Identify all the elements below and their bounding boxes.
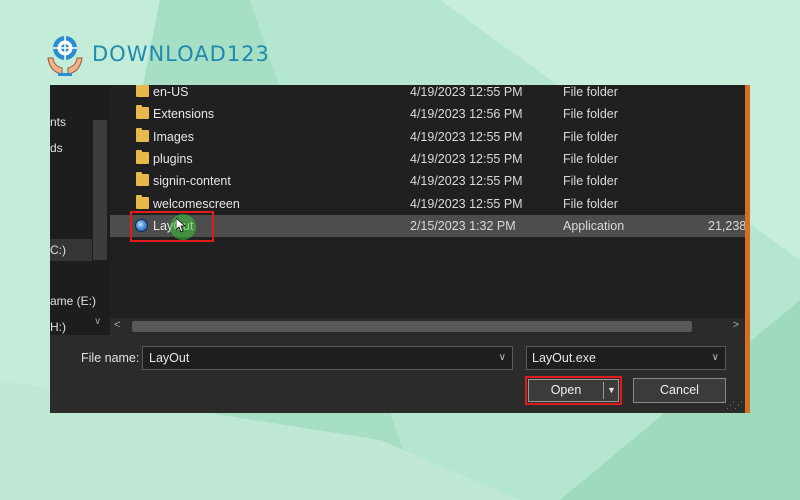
folder-icon [136, 105, 149, 119]
file-date: 4/19/2023 12:56 PM [410, 107, 523, 121]
file-name: plugins [153, 152, 193, 166]
file-date: 2/15/2023 1:32 PM [410, 219, 516, 233]
navigation-pane: nts ds C:) ame (E:) H:) ∨ [50, 85, 110, 335]
file-type-select[interactable]: LayOut.exe ∨ [526, 346, 726, 370]
folder-icon [136, 172, 149, 186]
folder-icon [136, 128, 149, 142]
file-name: Extensions [153, 107, 215, 121]
file-size: 21,238 [708, 219, 747, 233]
file-name: Images [153, 130, 194, 144]
dialog-footer: File name: LayOut ∨ LayOut.exe ∨ Open ▼ … [50, 335, 750, 413]
folder-icon [136, 195, 149, 209]
file-date: 4/19/2023 12:55 PM [410, 85, 523, 99]
file-open-dialog: nts ds C:) ame (E:) H:) ∨ en-US 4/19/202… [50, 85, 750, 413]
file-date: 4/19/2023 12:55 PM [410, 174, 523, 188]
file-name-value: LayOut [149, 351, 190, 365]
file-type-value: LayOut.exe [532, 351, 596, 365]
file-type: File folder [563, 85, 618, 99]
file-name-label: File name: [81, 351, 140, 365]
file-date: 4/19/2023 12:55 PM [410, 152, 523, 166]
folder-icon [136, 150, 149, 164]
nav-item-documents[interactable]: nts [50, 115, 66, 129]
split-divider [603, 382, 604, 399]
list-item[interactable]: en-US 4/19/2023 12:55 PM File folder [110, 85, 745, 103]
horizontal-scrollbar[interactable]: < > [110, 318, 745, 335]
file-type: Application [563, 219, 625, 233]
file-date: 4/19/2023 12:55 PM [410, 130, 523, 144]
list-item[interactable]: plugins 4/19/2023 12:55 PM File folder [110, 148, 745, 170]
nav-item-downloads[interactable]: ds [50, 141, 63, 155]
file-type: File folder [563, 197, 618, 211]
chevron-down-icon[interactable]: ∨ [94, 316, 101, 327]
resize-grip-icon[interactable]: ⋰⋰ [726, 400, 743, 411]
mouse-cursor-icon [175, 217, 187, 233]
nav-item-local-disk-c[interactable]: C:) [50, 239, 92, 261]
file-type: File folder [563, 174, 618, 188]
window-edge [745, 85, 750, 413]
folder-icon [136, 85, 149, 97]
nav-item-volume-e[interactable]: ame (E:) [50, 294, 96, 308]
scrollbar-thumb[interactable] [132, 321, 692, 332]
file-type: File folder [563, 130, 618, 144]
list-item[interactable]: signin-content 4/19/2023 12:55 PM File f… [110, 170, 745, 192]
file-type: File folder [563, 152, 618, 166]
open-button[interactable]: Open ▼ [528, 379, 619, 402]
chevron-down-icon[interactable]: ∨ [499, 347, 506, 369]
cancel-button[interactable]: Cancel [633, 378, 726, 403]
chevron-down-icon[interactable]: ∨ [712, 347, 719, 369]
file-name: signin-content [153, 174, 231, 188]
chevron-right-icon[interactable]: > [733, 319, 739, 331]
list-item[interactable]: Images 4/19/2023 12:55 PM File folder [110, 126, 745, 148]
nav-scrollbar[interactable] [93, 120, 107, 260]
open-button-label: Open [550, 383, 582, 397]
file-name: en-US [153, 85, 189, 99]
file-name-input[interactable]: LayOut ∨ [142, 346, 513, 370]
file-date: 4/19/2023 12:55 PM [410, 197, 523, 211]
nav-item-drive-h[interactable]: H:) [50, 320, 66, 334]
list-item[interactable]: Extensions 4/19/2023 12:56 PM File folde… [110, 103, 745, 125]
brand-name: DOWNLOAD123 [92, 42, 270, 66]
file-type: File folder [563, 107, 618, 121]
brand-logo-icon [44, 32, 86, 76]
chevron-left-icon[interactable]: < [114, 319, 120, 331]
caret-down-icon[interactable]: ▼ [607, 380, 616, 401]
file-list: en-US 4/19/2023 12:55 PM File folder Ext… [110, 85, 747, 317]
